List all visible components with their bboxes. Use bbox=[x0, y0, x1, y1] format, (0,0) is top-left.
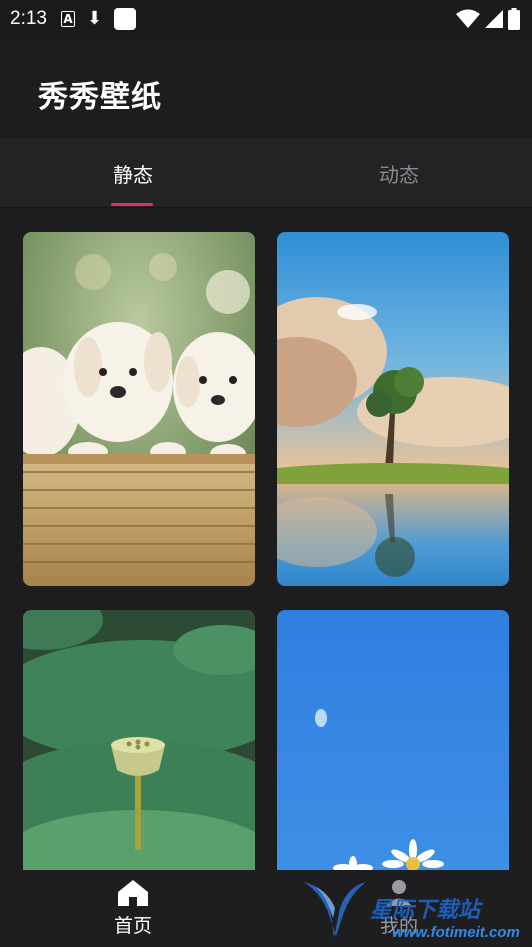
tab-indicator bbox=[111, 203, 153, 206]
font-a-icon: A bbox=[60, 11, 75, 27]
app-bar: 秀秀壁纸 bbox=[0, 38, 532, 138]
wallpaper-card-puppies[interactable] bbox=[23, 232, 255, 586]
signal-icon bbox=[485, 10, 503, 28]
home-icon bbox=[118, 880, 148, 906]
nav-mine[interactable]: 我的 bbox=[266, 870, 532, 947]
wallpaper-card-tree-island[interactable] bbox=[277, 232, 509, 586]
notification-icons: A ⬇ bbox=[60, 8, 137, 30]
tab-dynamic[interactable]: 动态 bbox=[266, 138, 532, 208]
battery-icon bbox=[508, 8, 520, 30]
wifi-icon bbox=[456, 9, 480, 28]
wallpaper-card-daisies[interactable] bbox=[277, 610, 509, 870]
tab-static[interactable]: 静态 bbox=[0, 138, 266, 208]
person-icon bbox=[386, 880, 412, 906]
nav-mine-label: 我的 bbox=[379, 915, 418, 937]
wallpaper-grid[interactable] bbox=[0, 209, 532, 870]
tab-bar: 静态 动态 bbox=[0, 138, 532, 208]
app-title: 秀秀壁纸 bbox=[38, 80, 162, 115]
nav-home[interactable]: 首页 bbox=[0, 870, 266, 947]
status-bar: 2:13 A ⬇ bbox=[0, 0, 532, 38]
download-icon: ⬇ bbox=[86, 8, 103, 29]
system-icons bbox=[456, 8, 520, 30]
bottom-nav: 首页 我的 bbox=[0, 870, 532, 947]
nav-home-label: 首页 bbox=[113, 915, 152, 937]
wallpaper-card-lotus[interactable] bbox=[23, 610, 255, 870]
status-time: 2:13 bbox=[10, 8, 47, 29]
app-square-icon bbox=[114, 8, 137, 30]
